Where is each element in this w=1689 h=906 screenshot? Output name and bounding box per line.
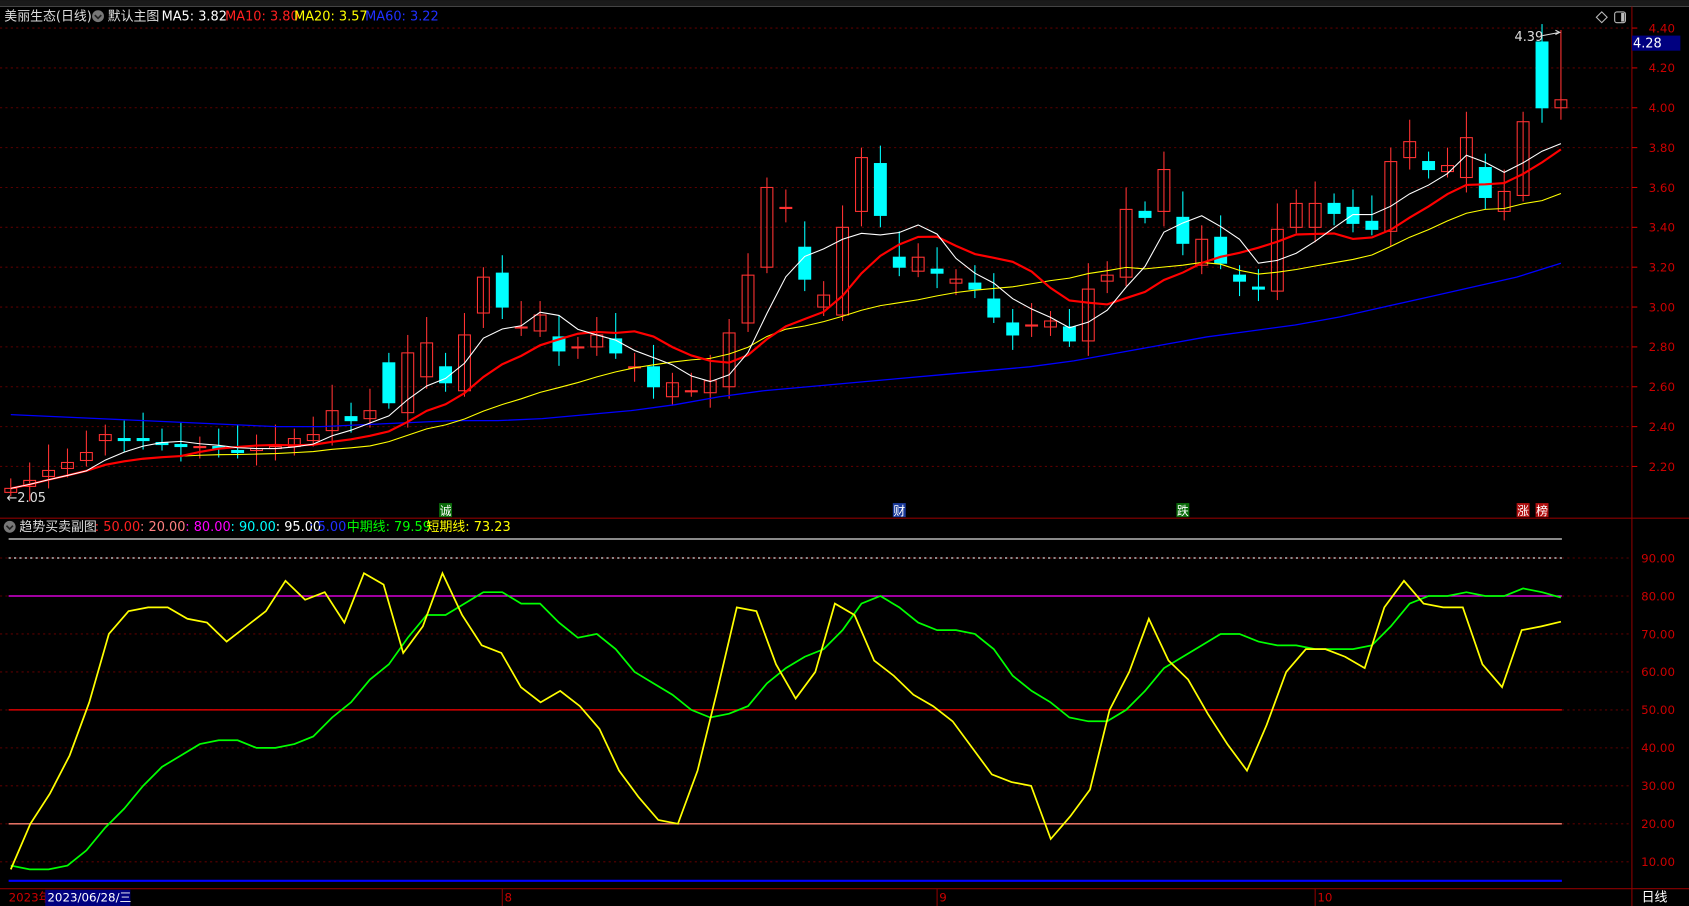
price-tick-label: 2.20 — [1649, 460, 1675, 474]
param-50: : 50.00 — [95, 520, 140, 535]
sub-tick-label: 90.00 — [1641, 551, 1675, 565]
period-button[interactable]: 日线 — [1642, 891, 1668, 906]
candle-body — [987, 298, 1001, 318]
sub-tick-label: 10.00 — [1641, 855, 1675, 869]
price-tick-label: 2.80 — [1649, 340, 1675, 354]
candle-body — [1346, 206, 1360, 224]
mid-line-value: 中期线: 79.59 — [347, 520, 431, 535]
candle-body — [1025, 324, 1039, 327]
price-tick-label: 2.40 — [1649, 420, 1675, 434]
stock-name: 美丽生态(日线) — [4, 10, 92, 25]
ma5-value: MA5: 3.82 — [162, 10, 227, 25]
ma60-value: MA60: 3.22 — [365, 10, 439, 25]
short-line-value: 短期线: 73.23 — [427, 520, 511, 535]
event-marker: 榜 — [1535, 503, 1549, 518]
candle-body — [1062, 326, 1076, 342]
sub-tick-label: 30.00 — [1641, 779, 1675, 793]
candle-body — [1006, 322, 1020, 336]
candle-body — [344, 416, 358, 422]
price-tick-label: 3.20 — [1649, 260, 1675, 274]
month-label: 10 — [1317, 891, 1332, 905]
candle-body — [684, 390, 698, 393]
candle-body — [136, 438, 150, 442]
candle-body — [1365, 220, 1379, 230]
candle-body — [873, 163, 887, 216]
sub-tick-label: 40.00 — [1641, 741, 1675, 755]
event-marker: 财 — [892, 503, 906, 518]
marker-label: 诚 — [440, 504, 452, 518]
candle-body — [1478, 167, 1492, 198]
candle-body — [647, 366, 660, 388]
candle-body — [174, 444, 188, 448]
marker-label: 财 — [893, 504, 905, 518]
candle-body — [609, 338, 623, 354]
low-price-label: ←2.05 — [6, 491, 46, 506]
price-tick-label: 4.40 — [1649, 21, 1675, 35]
high-price-label: 4.39 — [1514, 30, 1543, 45]
price-tick-label: 4.20 — [1649, 61, 1675, 75]
param-5: : 5.00 — [309, 520, 346, 535]
price-tick-label: 3.40 — [1649, 221, 1675, 235]
chevron-down-icon[interactable] — [92, 10, 104, 23]
sub-tick-label: 50.00 — [1641, 703, 1675, 717]
param-20: : 20.00 — [140, 520, 185, 535]
candle-body — [1138, 210, 1152, 218]
main-chart-label[interactable]: 默认主图 — [108, 9, 160, 25]
sub-tick-label: 60.00 — [1641, 665, 1675, 679]
candle-body — [1535, 41, 1549, 109]
selected-date: 2023/06/28/三 — [47, 891, 131, 905]
candle-body — [231, 449, 245, 454]
ma20-value: MA20: 3.57 — [294, 10, 368, 25]
price-tick-label: 3.00 — [1649, 300, 1675, 314]
top-toolbar[interactable] — [0, 0, 1689, 7]
candle-body — [1251, 286, 1265, 290]
sub-legend: 趋势买卖副图 : 50.00 : 20.00 : 80.00 : 90.00 :… — [3, 519, 511, 535]
candle-body — [1233, 274, 1247, 282]
month-label: 8 — [504, 891, 512, 905]
current-price-tag: 4.28 — [1633, 36, 1662, 51]
month-label: 9 — [939, 891, 947, 905]
candle-body — [1422, 161, 1436, 171]
candle-body — [495, 272, 509, 308]
candle-body — [117, 438, 131, 442]
candle-body — [1327, 202, 1341, 214]
marker-label: 涨 — [1517, 504, 1529, 518]
candle-body — [514, 326, 528, 329]
event-marker: 跌 — [1176, 503, 1190, 518]
candle-body — [892, 256, 906, 268]
candle-body — [968, 282, 982, 290]
candle-body — [382, 362, 396, 404]
candle-body — [571, 346, 585, 349]
price-tick-label: 3.60 — [1649, 181, 1675, 195]
event-marker: 诚 — [439, 503, 453, 518]
event-marker: 涨 — [1516, 503, 1530, 518]
sub-tick-label: 80.00 — [1641, 589, 1675, 603]
marker-label: 榜 — [1536, 504, 1548, 518]
price-tick-label: 2.60 — [1649, 380, 1675, 394]
stock-chart[interactable]: 诚 财 跌 涨榜 4.40 4.20 4.00 3.80 3.60 3.40 3.20 3.00 2.… — [0, 0, 1689, 906]
chevron-down-icon[interactable] — [3, 520, 16, 533]
candle-body — [779, 206, 793, 210]
marker-label: 跌 — [1177, 504, 1189, 518]
candle-body — [193, 445, 207, 449]
price-tick-label: 4.00 — [1649, 101, 1675, 115]
candle-body — [1214, 236, 1228, 264]
candle-body — [930, 268, 944, 274]
sub-chart-label[interactable]: 趋势买卖副图 — [19, 519, 96, 535]
main-legend: 美丽生态(日线) 默认主图 MA5: 3.82 MA10: 3.80 MA20:… — [4, 9, 438, 25]
year-label: 2023年 — [9, 891, 51, 905]
sub-tick-label: 70.00 — [1641, 627, 1675, 641]
price-tick-label: 3.80 — [1649, 141, 1675, 155]
candle-body — [798, 246, 812, 280]
param-90: : 90.00 — [231, 520, 276, 535]
sub-tick-label: 20.00 — [1641, 817, 1675, 831]
param-80: : 80.00 — [185, 520, 230, 535]
ma10-value: MA10: 3.80 — [225, 10, 299, 25]
